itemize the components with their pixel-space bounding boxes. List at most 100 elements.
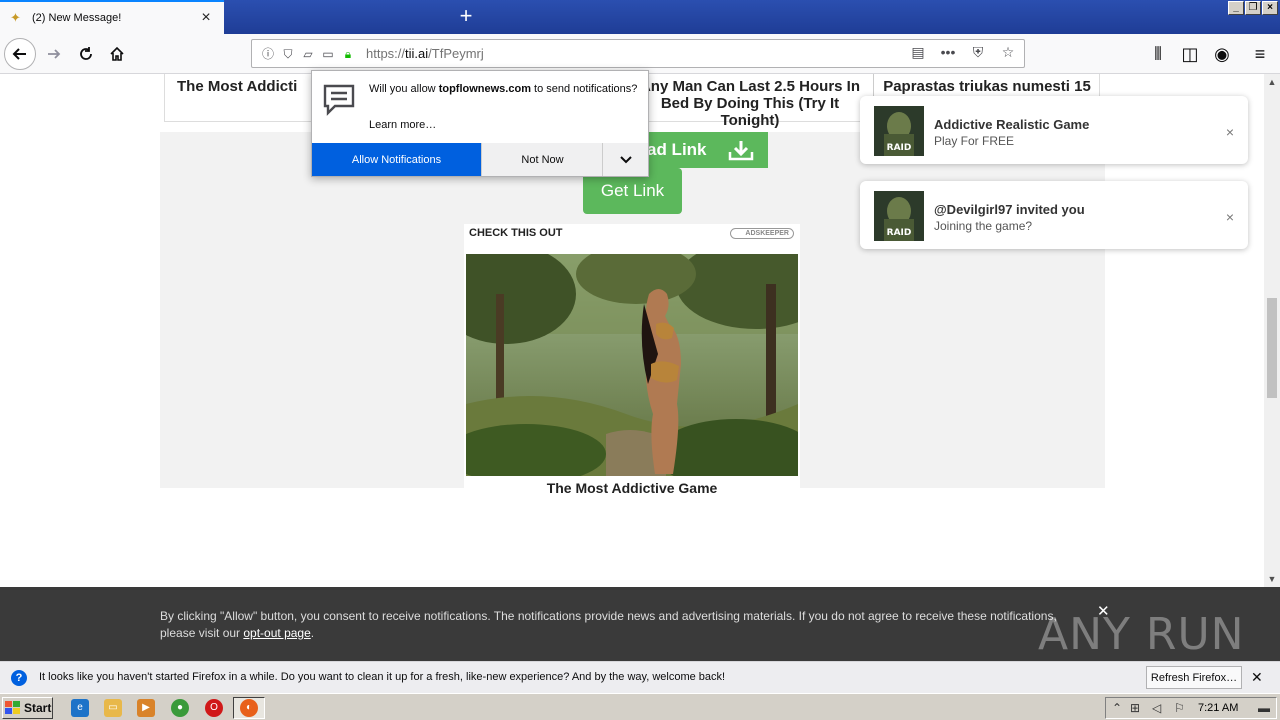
tray-expand-icon[interactable]: ⌃ — [1112, 701, 1122, 715]
scroll-up-icon[interactable]: ▲ — [1264, 74, 1280, 90]
url-actions: ▤ ••• ⛨ ☆ — [908, 44, 1018, 61]
bookmark-star-icon[interactable]: ☆ — [998, 44, 1018, 61]
window-controls: _ ❐ × — [1228, 1, 1278, 15]
consent-text-end: . — [310, 626, 315, 640]
start-label: Start — [24, 701, 52, 715]
permission-msg-suffix: to send notifications? — [530, 83, 638, 95]
adskeeper-logo: ADSKEEPER — [730, 228, 794, 239]
ad-image[interactable] — [466, 254, 798, 476]
permission-site: topflownews.com — [438, 83, 531, 95]
new-tab-button[interactable]: + — [454, 4, 478, 28]
ad-widget[interactable]: CHECK THIS OUT ADSKEEPER The Most Addict… — [464, 224, 800, 496]
toast-notification-2[interactable]: RAID @Devilgirl97 invited you Joining th… — [860, 181, 1248, 249]
account-icon: ◉ — [1214, 43, 1230, 64]
sidebar-button[interactable]: ◫ — [1174, 38, 1206, 70]
url-text[interactable]: https://tii.ai/TfPeymrj — [366, 46, 484, 61]
allow-notifications-button[interactable]: Allow Notifications — [312, 143, 481, 176]
title-bar: ✦ (2) New Message! × + _ ❐ × — [0, 0, 1280, 34]
notification-permission-icon[interactable]: ▭ — [320, 46, 336, 62]
url-path: /TfPeymrj — [428, 46, 484, 61]
download-icon — [728, 141, 753, 161]
toast-close-icon[interactable]: × — [1226, 209, 1234, 225]
clock[interactable]: 7:21 AM — [1198, 702, 1238, 714]
tab-close-icon[interactable]: × — [198, 9, 214, 27]
ad-caption[interactable]: The Most Addictive Game — [464, 480, 800, 496]
notification-permission-popup: Will you allow topflownews.com to send n… — [311, 70, 649, 177]
navigation-toolbar: ⓘ ⛉ ▱ ▭ 🔒︎ https://tii.ai/TfPeymrj ▤ •••… — [0, 34, 1280, 74]
ie-icon[interactable]: e — [71, 699, 89, 717]
window-close-button[interactable]: × — [1262, 1, 1278, 15]
volume-icon[interactable]: ◁ — [1152, 701, 1161, 715]
explorer-folder-icon[interactable]: ▭ — [104, 699, 122, 717]
tracking-shield-icon[interactable]: ⛉ — [280, 46, 296, 62]
permissions-icon[interactable]: ▱ — [300, 46, 316, 62]
windows-logo-icon — [5, 701, 20, 714]
library-button[interactable]: ⫴ — [1142, 38, 1174, 70]
toast-thumbnail: RAID — [874, 106, 924, 156]
pocket-icon[interactable]: ⛨ — [968, 44, 988, 61]
toast-title: @Devilgirl97 invited you — [934, 202, 1085, 217]
maximize-button[interactable]: ❐ — [1245, 1, 1261, 15]
firefox-taskbar-button[interactable]: ◐ — [233, 697, 265, 719]
notification-message: It looks like you haven't started Firefo… — [39, 671, 726, 683]
home-icon — [110, 46, 124, 61]
consent-text: By clicking "Allow" button, you consent … — [160, 608, 1080, 642]
windows-taskbar: Start e ▭ ▶ ● O ◐ ⌃ ⊞ ◁ ⚐ 7:21 AM ▬ — [0, 693, 1280, 720]
reader-view-icon[interactable]: ▤ — [908, 44, 928, 61]
opt-out-link[interactable]: opt-out page — [243, 626, 310, 640]
lock-icon: 🔒︎ — [344, 46, 352, 61]
article-card-1[interactable]: The Most Addicti — [177, 78, 327, 95]
chevron-down-icon — [619, 155, 632, 163]
menu-button[interactable]: ≡ — [1244, 38, 1276, 70]
opera-icon[interactable]: O — [205, 699, 223, 717]
account-button[interactable]: ◉ — [1206, 38, 1238, 70]
media-player-icon[interactable]: ▶ — [137, 699, 155, 717]
scrollbar-thumb[interactable] — [1267, 298, 1277, 398]
chrome-icon[interactable]: ● — [171, 699, 189, 717]
tab-favicon-icon: ✦ — [10, 10, 21, 25]
toast-body: Joining the game? — [934, 219, 1033, 233]
download-link-label: ad Link — [647, 140, 707, 159]
system-tray: ⌃ ⊞ ◁ ⚐ 7:21 AM ▬ — [1105, 697, 1277, 719]
hamburger-menu-icon: ≡ — [1254, 43, 1266, 64]
page-actions-icon[interactable]: ••• — [938, 44, 958, 61]
home-button[interactable] — [101, 38, 133, 70]
ad-header: CHECK THIS OUT — [469, 227, 563, 239]
question-icon: ? — [11, 670, 27, 686]
refresh-firefox-button[interactable]: Refresh Firefox… — [1146, 666, 1242, 689]
notification-bubble-icon — [323, 84, 355, 116]
permission-dropdown-button[interactable] — [602, 143, 648, 176]
reload-icon — [80, 47, 92, 60]
network-icon[interactable]: ⊞ — [1130, 701, 1140, 715]
jungle-scene-image — [466, 254, 798, 476]
raid-game-icon: RAID — [874, 106, 924, 156]
raid-game-icon: RAID — [874, 191, 924, 241]
page-scrollbar[interactable]: ▲ ▼ — [1264, 74, 1280, 587]
svg-text:RAID: RAID — [887, 228, 912, 238]
scroll-down-icon[interactable]: ▼ — [1264, 571, 1280, 587]
toast-close-icon[interactable]: × — [1226, 124, 1234, 140]
library-icon: ⫴ — [1154, 43, 1162, 64]
consent-banner: By clicking "Allow" button, you consent … — [0, 587, 1280, 661]
forward-button[interactable] — [38, 38, 70, 70]
info-icon[interactable]: ⓘ — [260, 46, 276, 62]
not-now-button[interactable]: Not Now — [481, 143, 603, 176]
download-link-button[interactable]: ad Link — [637, 132, 768, 168]
article-card-2[interactable]: Any Man Can Last 2.5 Hours In Bed By Doi… — [635, 78, 865, 129]
notification-close-icon[interactable]: ✕ — [1251, 669, 1263, 686]
sidebar-icon: ◫ — [1181, 43, 1199, 64]
learn-more-link[interactable]: Learn more… — [369, 119, 436, 131]
firefox-icon: ◐ — [240, 699, 258, 717]
show-desktop-icon[interactable]: ▬ — [1258, 701, 1270, 715]
start-button[interactable]: Start — [2, 697, 53, 719]
forward-arrow-icon — [48, 49, 61, 59]
url-bar[interactable]: ⓘ ⛉ ▱ ▭ 🔒︎ https://tii.ai/TfPeymrj ▤ •••… — [251, 39, 1025, 68]
firefox-notification-bar: ? It looks like you haven't started Fire… — [0, 661, 1280, 693]
action-center-flag-icon[interactable]: ⚐ — [1174, 701, 1185, 715]
card-divider — [873, 74, 874, 98]
reload-button[interactable] — [70, 38, 102, 70]
back-button[interactable] — [4, 38, 36, 70]
minimize-button[interactable]: _ — [1228, 1, 1244, 15]
browser-tab[interactable]: ✦ (2) New Message! × — [0, 0, 224, 34]
toast-notification-1[interactable]: RAID Addictive Realistic Game Play For F… — [860, 96, 1248, 164]
